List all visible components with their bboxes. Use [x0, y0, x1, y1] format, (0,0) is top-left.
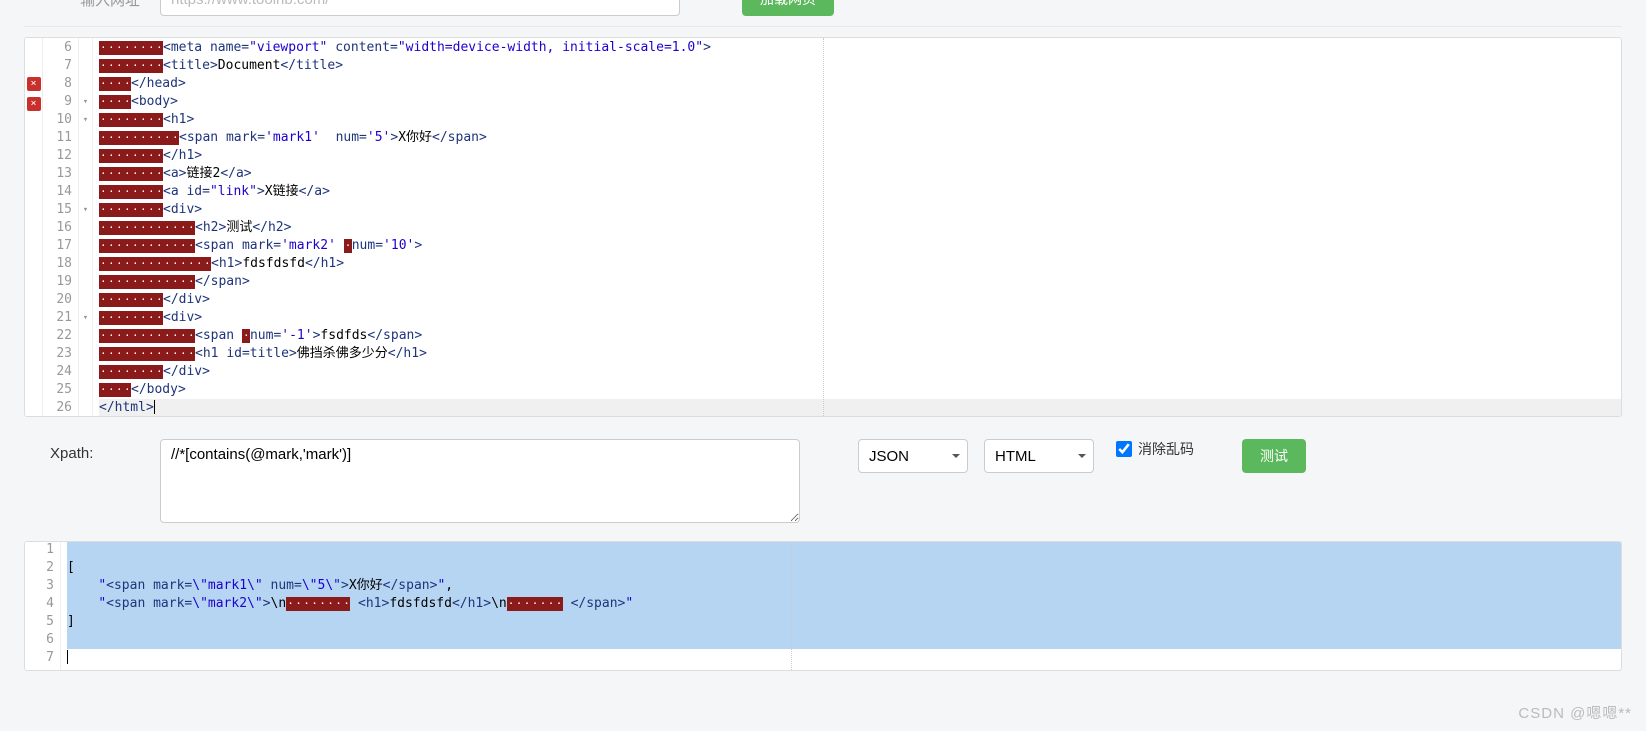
code-line[interactable]: <title>Document</title>	[99, 57, 1621, 75]
clean-garbled-checkbox-wrap[interactable]: 消除乱码	[1116, 439, 1194, 459]
code-line[interactable]: <body>	[99, 93, 1621, 111]
fold-toggle-icon[interactable]	[79, 75, 92, 93]
code-line[interactable]: <span mark='mark2' num='10'>	[99, 237, 1621, 255]
gutter-line-number: 14	[43, 183, 72, 201]
code-line[interactable]	[67, 541, 1621, 559]
gutter-line-number: 1	[25, 541, 54, 559]
code-line[interactable]: </body>	[99, 381, 1621, 399]
gutter-line-number: 6	[43, 39, 72, 57]
fold-toggle-icon[interactable]	[79, 291, 92, 309]
fold-toggle-icon[interactable]	[79, 327, 92, 345]
code-line[interactable]: </html>	[99, 399, 1621, 416]
gutter-line-number: 22	[43, 327, 72, 345]
gutter-line-number: 18	[43, 255, 72, 273]
gutter-line-number: 24	[43, 363, 72, 381]
url-label: 输入网址	[24, 0, 144, 10]
url-input[interactable]	[160, 0, 680, 16]
error-marker-icon: ×	[27, 97, 41, 111]
fold-toggle-icon[interactable]	[79, 129, 92, 147]
code-line[interactable]: <meta name="viewport" content="width=dev…	[99, 39, 1621, 57]
fold-toggle-icon[interactable]	[79, 183, 92, 201]
source-editor-view[interactable]: × × 6789101112131415161718192021222324252…	[25, 38, 1621, 416]
gutter-line-number: 15	[43, 201, 72, 219]
code-line[interactable]: ]	[67, 613, 1621, 631]
code-line[interactable]: <h2>测试</h2>	[99, 219, 1621, 237]
gutter-line-number: 5	[25, 613, 54, 631]
gutter-line-number: 25	[43, 381, 72, 399]
code-line[interactable]: </div>	[99, 363, 1621, 381]
xpath-input[interactable]	[160, 439, 800, 523]
code-line[interactable]: </span>	[99, 273, 1621, 291]
code-line[interactable]	[67, 649, 1621, 667]
code-line[interactable]: [	[67, 559, 1621, 577]
code-line[interactable]: <a id="link">X链接</a>	[99, 183, 1621, 201]
gutter-line-number: 9	[43, 93, 72, 111]
gutter-line-number: 21	[43, 309, 72, 327]
code-line[interactable]: "<span mark=\"mark1\" num=\"5\">X你好</spa…	[67, 577, 1621, 595]
source-editor: × × 6789101112131415161718192021222324252…	[24, 37, 1622, 417]
gutter-line-number: 4	[25, 595, 54, 613]
fold-toggle-icon[interactable]	[79, 39, 92, 57]
gutter-line-number: 26	[43, 399, 72, 416]
code-line[interactable]: <div>	[99, 309, 1621, 327]
clean-garbled-label: 消除乱码	[1138, 439, 1194, 459]
editor-margin-line	[823, 38, 824, 416]
gutter-line-number: 17	[43, 237, 72, 255]
fold-toggle-icon[interactable]	[79, 255, 92, 273]
gutter-line-number: 2	[25, 559, 54, 577]
fold-toggle-icon[interactable]	[79, 165, 92, 183]
gutter-line-number: 10	[43, 111, 72, 129]
fold-toggle-icon[interactable]: ▾	[79, 201, 92, 219]
editor-margin-line	[791, 541, 792, 670]
gutter-line-number: 7	[25, 649, 54, 667]
fold-toggle-icon[interactable]	[79, 273, 92, 291]
gutter-line-number: 13	[43, 165, 72, 183]
gutter-line-number: 3	[25, 577, 54, 595]
test-button[interactable]: 测试	[1242, 439, 1306, 473]
format-select[interactable]: JSON	[858, 439, 968, 473]
code-line[interactable]: <h1>	[99, 111, 1621, 129]
fold-toggle-icon[interactable]	[79, 399, 92, 416]
url-bar: 输入网址 加载网页	[24, 0, 1622, 27]
fold-toggle-icon[interactable]	[79, 219, 92, 237]
fold-toggle-icon[interactable]	[79, 57, 92, 75]
code-line[interactable]	[67, 631, 1621, 649]
xpath-label: Xpath:	[24, 439, 144, 462]
code-line[interactable]: <div>	[99, 201, 1621, 219]
output-select[interactable]: HTML	[984, 439, 1094, 473]
gutter-line-number: 20	[43, 291, 72, 309]
gutter-line-number: 16	[43, 219, 72, 237]
code-line[interactable]: <span mark='mark1' num='5'>X你好</span>	[99, 129, 1621, 147]
code-line[interactable]: <h1 id=title>佛挡杀佛多少分</h1>	[99, 345, 1621, 363]
gutter-line-number: 23	[43, 345, 72, 363]
gutter-line-number: 6	[25, 631, 54, 649]
fold-toggle-icon[interactable]	[79, 237, 92, 255]
code-line[interactable]: <h1>fdsfdsfd</h1>	[99, 255, 1621, 273]
fold-toggle-icon[interactable]	[79, 381, 92, 399]
result-editor: 1234567 [ "<span mark=\"mark1\" num=\"5\…	[24, 541, 1622, 671]
load-page-button[interactable]: 加载网页	[742, 0, 834, 16]
gutter-line-number: 8	[43, 75, 72, 93]
fold-toggle-icon[interactable]: ▾	[79, 309, 92, 327]
code-line[interactable]: <span num='-1'>fsdfds</span>	[99, 327, 1621, 345]
gutter-line-number: 12	[43, 147, 72, 165]
fold-toggle-icon[interactable]: ▾	[79, 93, 92, 111]
gutter-line-number: 19	[43, 273, 72, 291]
code-line[interactable]: </head>	[99, 75, 1621, 93]
clean-garbled-checkbox[interactable]	[1116, 441, 1132, 457]
fold-toggle-icon[interactable]	[79, 147, 92, 165]
gutter-line-number: 7	[43, 57, 72, 75]
code-line[interactable]: "<span mark=\"mark2\">\n <h1>fdsfdsfd</h…	[67, 595, 1621, 613]
fold-toggle-icon[interactable]: ▾	[79, 111, 92, 129]
code-line[interactable]: </h1>	[99, 147, 1621, 165]
result-editor-view[interactable]: 1234567 [ "<span mark=\"mark1\" num=\"5\…	[25, 541, 1621, 670]
fold-toggle-icon[interactable]	[79, 345, 92, 363]
fold-toggle-icon[interactable]	[79, 363, 92, 381]
error-marker-icon: ×	[27, 77, 41, 91]
xpath-row: Xpath: JSON HTML 消除乱码 测试	[24, 439, 1622, 523]
watermark: CSDN @嗯嗯**	[1518, 702, 1632, 723]
code-line[interactable]: <a>链接2</a>	[99, 165, 1621, 183]
code-line[interactable]: </div>	[99, 291, 1621, 309]
gutter-line-number: 11	[43, 129, 72, 147]
